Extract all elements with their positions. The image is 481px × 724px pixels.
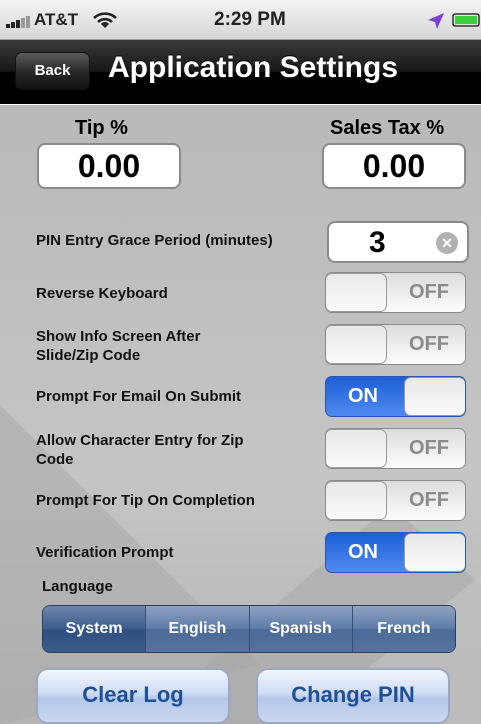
switch-knob	[326, 325, 387, 364]
setting-label-verification-prompt: Verification Prompt	[36, 544, 174, 561]
navigation-bar: Back Application Settings	[0, 40, 481, 104]
switch-state: OFF	[409, 333, 449, 355]
sales-tax-label: Sales Tax %	[330, 117, 445, 139]
language-label: Language	[42, 578, 113, 595]
language-option-english[interactable]: English	[145, 606, 249, 652]
clear-icon[interactable]: ✕	[436, 232, 458, 254]
switch-state: OFF	[409, 437, 449, 459]
pin-grace-label: PIN Entry Grace Period (minutes)	[36, 232, 273, 249]
switch-state: OFF	[409, 489, 449, 511]
setting-label-show-info-screen: Show Info Screen After Slide/Zip Code	[36, 328, 201, 364]
clear-log-button[interactable]: Clear Log	[36, 668, 230, 724]
page-title: Application Settings	[108, 51, 399, 84]
back-button[interactable]: Back	[15, 52, 90, 90]
sales-tax-field[interactable]: 0.00	[322, 143, 466, 189]
status-bar: AT&T 2:29 PM	[0, 0, 481, 40]
battery-icon	[452, 13, 480, 27]
location-arrow-icon	[428, 13, 444, 29]
reverse-keyboard-switch[interactable]: OFF	[325, 272, 466, 313]
change-pin-button[interactable]: Change PIN	[256, 668, 450, 724]
tip-label: Tip %	[75, 117, 128, 139]
setting-label-reverse-keyboard: Reverse Keyboard	[36, 285, 168, 302]
switch-knob	[404, 533, 465, 572]
wifi-icon	[93, 12, 117, 28]
status-time: 2:29 PM	[214, 9, 286, 30]
signal-strength-icon	[6, 16, 30, 28]
switch-state: ON	[348, 541, 378, 563]
setting-label-prompt-email: Prompt For Email On Submit	[36, 388, 242, 405]
allow-character-entry-switch[interactable]: OFF	[325, 428, 466, 469]
show-info-screen-switch[interactable]: OFF	[325, 324, 466, 365]
switch-knob	[326, 481, 387, 520]
language-segmented-control: System English Spanish French	[42, 605, 456, 653]
pin-grace-value: 3	[369, 226, 386, 259]
prompt-email-switch[interactable]: ON	[325, 376, 466, 417]
pin-grace-field[interactable]: 3 ✕	[327, 221, 469, 263]
verification-prompt-switch[interactable]: ON	[325, 532, 466, 573]
switch-knob	[404, 377, 465, 416]
switch-knob	[326, 273, 387, 312]
setting-label-prompt-tip: Prompt For Tip On Completion	[36, 492, 255, 509]
settings-panel: Tip % Sales Tax % 0.00 0.00 PIN Entry Gr…	[0, 105, 481, 724]
switch-state: OFF	[409, 281, 449, 303]
carrier-name: AT&T	[34, 10, 79, 29]
tip-field[interactable]: 0.00	[37, 143, 181, 189]
switch-knob	[326, 429, 387, 468]
setting-label-allow-character-entry: Allow Character Entry for Zip Code	[36, 432, 244, 468]
language-option-system[interactable]: System	[43, 606, 146, 652]
language-option-french[interactable]: French	[351, 606, 455, 652]
language-option-spanish[interactable]: Spanish	[248, 606, 352, 652]
switch-state: ON	[348, 385, 378, 407]
prompt-tip-switch[interactable]: OFF	[325, 480, 466, 521]
